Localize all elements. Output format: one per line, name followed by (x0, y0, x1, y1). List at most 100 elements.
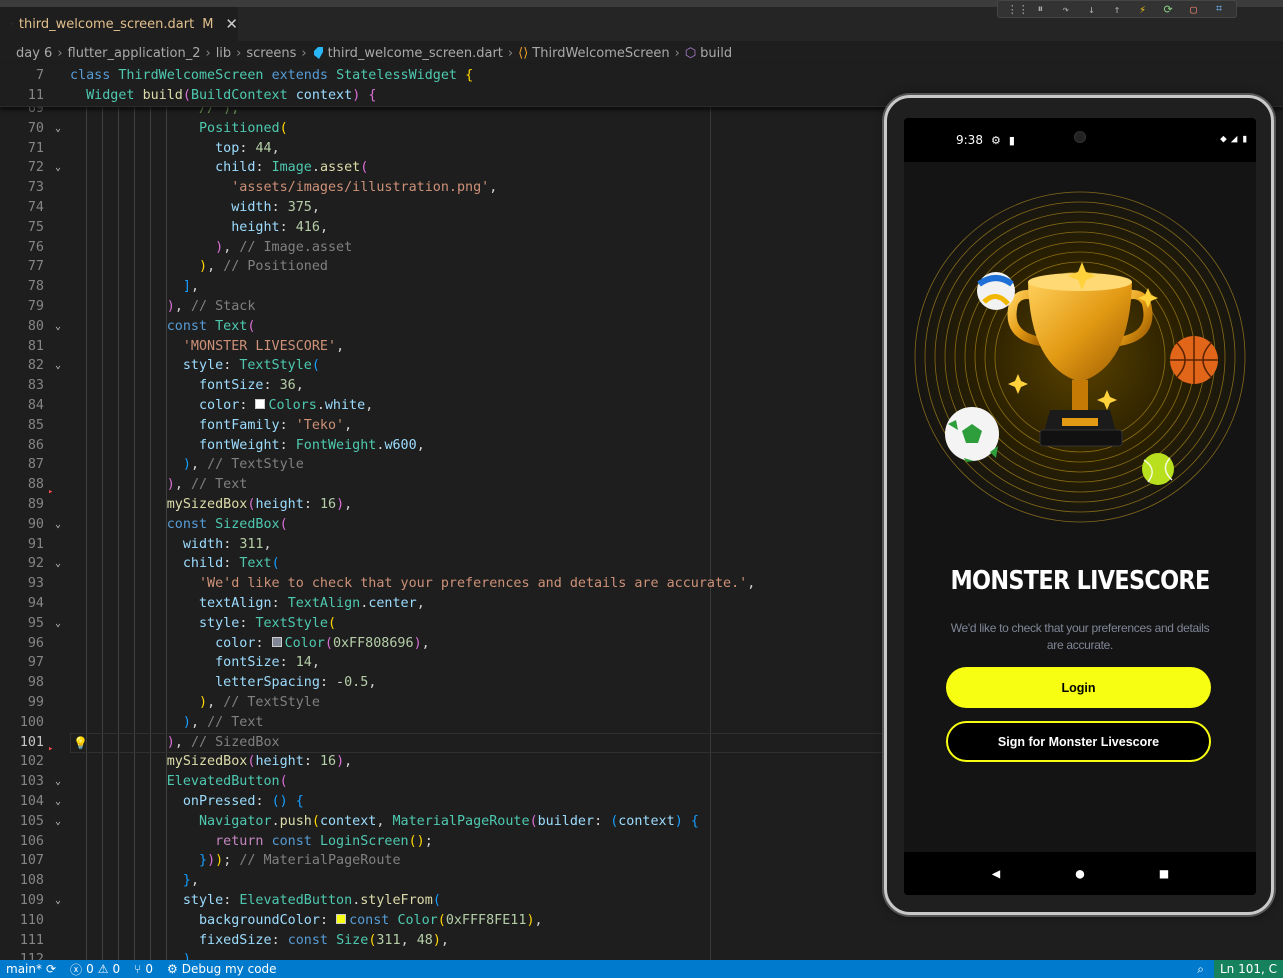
diagnostic-marker-icon[interactable]: ▸ (48, 744, 53, 754)
code-text: fontWeight: FontWeight.w600, (199, 437, 425, 453)
breadcrumb-file[interactable]: third_welcome_screen.dart (328, 46, 503, 61)
ports-icon: ⑂ (134, 962, 142, 976)
code-text: color: Color(0xFF808696), (215, 635, 430, 651)
code-text: 'MONSTER LIVESCORE', (182, 338, 345, 354)
login-button[interactable]: Login (946, 667, 1211, 708)
error-icon: ⓧ (70, 962, 83, 977)
code-text: mySizedBox(height: 16), (166, 497, 353, 512)
code-text: onPressed: () { (182, 794, 304, 809)
code-text: child: Text( (182, 556, 280, 572)
step-into-icon[interactable]: ↓ (1083, 3, 1099, 16)
pause-icon[interactable]: ⏸ (1032, 2, 1048, 16)
code-line[interactable]: 111 fixedSize: const Size(311, 48), (0, 931, 1283, 951)
breadcrumb: day 6 › flutter_application_2 › lib › scree… (0, 41, 1283, 65)
cursor-position[interactable]: Ln 101, C (1213, 960, 1283, 978)
branch-item[interactable]: main* ⟳ (6, 962, 56, 976)
line-number: 86 (27, 437, 44, 453)
inspect-icon[interactable]: ⌗ (1211, 2, 1227, 16)
line-number: 70 (27, 120, 44, 136)
code-text: ), // Image.asset (215, 239, 353, 255)
chevron-right-icon: › (57, 45, 63, 61)
ports-count: 0 (145, 962, 153, 976)
code-text: fontSize: 36, (199, 378, 304, 394)
fold-chevron-icon[interactable]: ⌄ (51, 515, 65, 535)
line-number: 99 (27, 695, 44, 710)
dart-file-icon (313, 47, 323, 59)
fold-chevron-icon[interactable]: ⌄ (51, 772, 65, 792)
line-number: 100 (19, 714, 44, 730)
line-number: 91 (27, 536, 44, 552)
tab-label: third_welcome_screen.dart (18, 16, 195, 32)
code-text: width: 311, (182, 536, 272, 552)
fold-chevron-icon[interactable]: ⌄ (51, 554, 65, 574)
code-line[interactable]: 112 ), (0, 950, 1283, 960)
chevron-right-icon: › (507, 45, 514, 61)
hot-reload-icon[interactable]: ⚡ (1135, 3, 1151, 16)
code-text: const Text( (166, 318, 256, 334)
code-text: style: TextStyle( (182, 358, 320, 374)
fold-chevron-icon[interactable]: ⌄ (51, 119, 65, 139)
breadcrumb-screens[interactable]: screens (246, 46, 296, 61)
code-text: fontFamily: 'Teko', (199, 417, 353, 433)
fold-chevron-icon[interactable]: ⌄ (51, 317, 65, 337)
code-text: ), // SizedBox (166, 734, 280, 750)
error-count: 0 (86, 962, 94, 976)
code-text: style: ElevatedButton.styleFrom( (182, 893, 441, 908)
zoom-icon[interactable]: ⌕ (1197, 962, 1204, 977)
line-number: 107 (19, 853, 44, 869)
step-out-icon[interactable]: ↑ (1109, 3, 1125, 16)
close-icon[interactable]: ✕ (225, 15, 238, 33)
breadcrumb-class[interactable]: ThirdWelcomeScreen (532, 46, 669, 61)
sync-icon[interactable]: ⟳ (46, 962, 56, 976)
breadcrumb-project[interactable]: flutter_application_2 (68, 46, 201, 61)
drag-handle-icon[interactable]: ⋮⋮ (1007, 3, 1029, 16)
back-icon[interactable]: ◀ (992, 866, 1000, 882)
home-icon[interactable]: ● (1076, 866, 1084, 882)
app-subtitle: We'd like to check that your preferences… (950, 621, 1210, 652)
line-number: 97 (27, 655, 44, 671)
restart-icon[interactable]: ⟳ (1160, 3, 1176, 16)
chevron-right-icon: › (236, 45, 242, 61)
code-text: fixedSize: const Size(311, 48), (199, 932, 449, 948)
code-text: ), // Stack (166, 299, 256, 314)
line-number: 110 (19, 912, 44, 928)
line-number: 103 (19, 774, 44, 790)
code-text: Positioned( (199, 120, 288, 136)
breadcrumb-lib[interactable]: lib (216, 46, 231, 61)
fold-chevron-icon[interactable]: ⌄ (51, 158, 65, 178)
signup-button[interactable]: Sign for Monster Livescore (946, 721, 1211, 762)
ports-item[interactable]: ⑂ 0 (134, 962, 153, 976)
clock: 9:38 (956, 133, 983, 147)
line-number: 71 (27, 140, 44, 156)
step-over-icon[interactable]: ↷ (1058, 3, 1074, 16)
code-text: Widget build(BuildContext context) { (86, 88, 377, 103)
breadcrumb-day6[interactable]: day 6 (16, 46, 52, 61)
line-number: 105 (19, 813, 44, 829)
fold-chevron-icon[interactable]: ⌄ (51, 356, 65, 376)
line-number: 11 (27, 88, 44, 103)
code-text: style: TextStyle( (199, 615, 337, 631)
code-text: const SizedBox( (166, 516, 288, 532)
line-number: 90 (27, 516, 44, 532)
line-number: 7 (35, 68, 44, 83)
code-text: height: 416, (231, 219, 328, 235)
front-camera (1074, 131, 1086, 143)
debug-item[interactable]: ⚙ Debug my code (167, 962, 277, 976)
fold-chevron-icon[interactable]: ⌄ (51, 614, 65, 634)
recents-icon[interactable]: ■ (1160, 866, 1168, 882)
tab-third-welcome-screen[interactable]: third_welcome_screen.dart M ✕ (0, 7, 238, 41)
system-icons: ◆ ◢ ▮ (1220, 132, 1248, 145)
line-number: 109 (19, 893, 44, 908)
line-number: 98 (27, 675, 44, 691)
fold-chevron-icon[interactable]: ⌄ (51, 792, 65, 812)
code-text: top: 44, (215, 140, 280, 156)
breadcrumb-method[interactable]: build (700, 46, 732, 61)
sd-card-icon: ▮ (1008, 133, 1015, 147)
diagnostic-marker-icon[interactable]: ▸ (48, 487, 53, 497)
sticky-line[interactable]: 7 class ThirdWelcomeScreen extends Statel… (0, 66, 1283, 86)
line-number: 108 (19, 873, 44, 889)
problems-item[interactable]: ⓧ 0 ⚠ 0 (70, 961, 120, 978)
stop-icon[interactable]: ▢ (1186, 3, 1202, 16)
fold-chevron-icon[interactable]: ⌄ (51, 812, 65, 832)
fold-chevron-icon[interactable]: ⌄ (51, 891, 65, 911)
